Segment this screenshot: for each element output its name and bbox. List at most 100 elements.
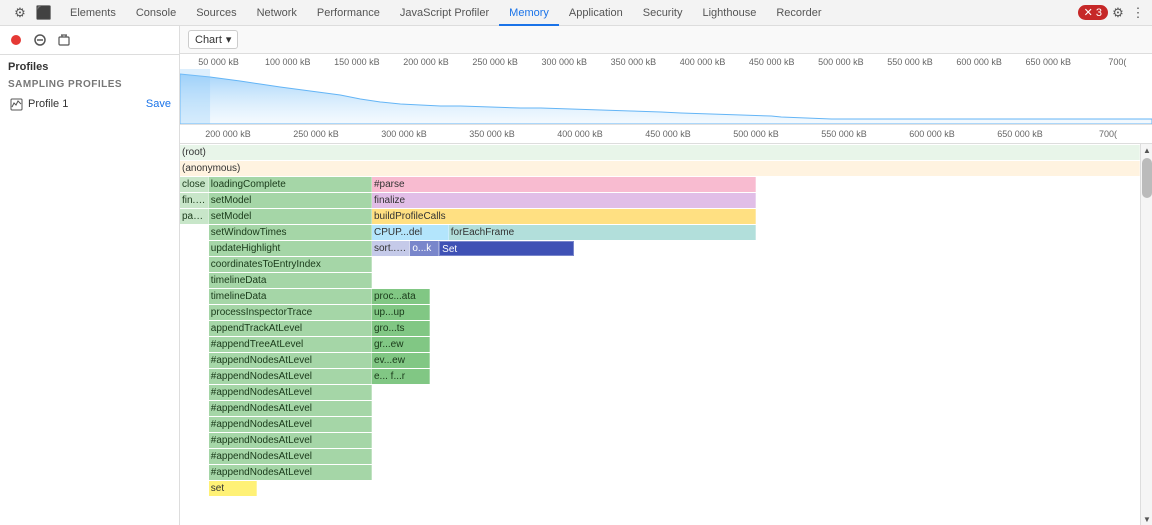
flame-cell[interactable]: loadingComplete xyxy=(209,177,372,192)
clear-profiles-button[interactable] xyxy=(54,30,74,50)
flame-spacer xyxy=(372,465,1140,480)
flame-row: #appendNodesAtLevel xyxy=(180,384,1140,400)
chart-select[interactable]: Chart ▾ xyxy=(188,30,238,49)
flame-cell[interactable]: sort...ples xyxy=(372,241,410,256)
error-badge[interactable]: ✕ 3 xyxy=(1078,5,1108,20)
flame-cell[interactable]: up...up xyxy=(372,305,430,320)
flame-cell[interactable]: #appendNodesAtLevel xyxy=(209,417,372,432)
flame-cell[interactable]: gr...ew xyxy=(372,337,430,352)
save-link[interactable]: Save xyxy=(146,98,171,110)
profile-item[interactable]: Profile 1 Save xyxy=(0,92,179,116)
nav-tab-security[interactable]: Security xyxy=(633,0,693,26)
content-with-scroll: (root)(anonymous)closeloadingComplete#pa… xyxy=(180,144,1152,525)
flame-cell[interactable]: #appendNodesAtLevel xyxy=(209,353,372,368)
flame-cell[interactable]: appendTrackAtLevel xyxy=(209,321,372,336)
flame-cell[interactable]: gro...ts xyxy=(372,321,430,336)
nav-tab-recorder[interactable]: Recorder xyxy=(766,0,831,26)
flame-cell[interactable]: timelineData xyxy=(209,289,372,304)
scroll-up-arrow[interactable]: ▲ xyxy=(1141,144,1152,156)
ruler-mark-top: 200 000 kB xyxy=(391,57,460,67)
flame-spacer xyxy=(430,337,1140,352)
profile-icon xyxy=(8,96,24,112)
flame-row: #appendNodesAtLevelev...ew xyxy=(180,352,1140,368)
flame-cell[interactable]: processInspectorTrace xyxy=(209,305,372,320)
record-button[interactable] xyxy=(6,30,26,50)
flame-cell[interactable]: finalize xyxy=(372,193,756,208)
flame-cell[interactable]: coordinatesToEntryIndex xyxy=(209,257,372,272)
flame-cell[interactable]: o...k xyxy=(410,241,439,256)
flame-cell[interactable]: Set xyxy=(439,241,573,256)
flame-cell[interactable]: #appendNodesAtLevel xyxy=(209,465,372,480)
ruler-mark-top: 300 000 kB xyxy=(530,57,599,67)
flame-cell[interactable]: #parse xyxy=(372,177,756,192)
top-nav: ⚙ ⬛ ElementsConsoleSourcesNetworkPerform… xyxy=(0,0,1152,26)
flame-row: setWindowTimesCPUP...delforEachFrame xyxy=(180,224,1140,240)
more-options-icon[interactable]: ⋮ xyxy=(1128,3,1148,23)
scroll-thumb[interactable] xyxy=(1142,158,1152,198)
flame-cell[interactable]: #appendNodesAtLevel xyxy=(209,401,372,416)
flame-area[interactable]: (root)(anonymous)closeloadingComplete#pa… xyxy=(180,144,1140,525)
devtools-icon-1[interactable]: ⚙ xyxy=(10,3,30,23)
right-scrollbar[interactable]: ▲ ▼ xyxy=(1140,144,1152,525)
flame-cell[interactable]: timelineData xyxy=(209,273,372,288)
flame-cell[interactable]: updateHighlight xyxy=(209,241,372,256)
flame-spacer xyxy=(430,321,1140,336)
flame-cell[interactable]: close xyxy=(180,177,209,192)
flame-row: appendTrackAtLevelgro...ts xyxy=(180,320,1140,336)
flame-cell[interactable]: set xyxy=(209,481,257,496)
flame-spacer xyxy=(372,417,1140,432)
scroll-down-arrow[interactable]: ▼ xyxy=(1141,513,1152,525)
stop-button[interactable] xyxy=(30,30,50,50)
ruler-mark-bottom: 450 000 kB xyxy=(624,129,712,139)
flame-cell[interactable]: pa...at xyxy=(180,209,209,224)
flame-spacer xyxy=(180,449,209,464)
flame-cell[interactable]: buildProfileCalls xyxy=(372,209,756,224)
flame-cell[interactable]: #appendNodesAtLevel xyxy=(209,369,372,384)
flame-spacer xyxy=(180,481,209,496)
sidebar-toolbar xyxy=(0,26,179,55)
flame-cell[interactable]: #appendNodesAtLevel xyxy=(209,449,372,464)
scroll-track[interactable] xyxy=(1141,156,1152,513)
timeline-ruler-bottom: 200 000 kB250 000 kB300 000 kB350 000 kB… xyxy=(180,124,1152,142)
flame-row: closeloadingComplete#parse xyxy=(180,176,1140,192)
flame-spacer xyxy=(180,353,209,368)
nav-tab-elements[interactable]: Elements xyxy=(60,0,126,26)
flame-spacer xyxy=(372,433,1140,448)
timeline-area[interactable]: 50 000 kB100 000 kB150 000 kB200 000 kB2… xyxy=(180,54,1152,144)
nav-tab-javascript-profiler[interactable]: JavaScript Profiler xyxy=(390,0,499,26)
timeline-svg xyxy=(180,69,1152,124)
settings-icon[interactable]: ⚙ xyxy=(1108,3,1128,23)
flame-cell[interactable]: setWindowTimes xyxy=(209,225,372,240)
flame-row: fin...cesetModelfinalize xyxy=(180,192,1140,208)
flame-cell[interactable]: (root) xyxy=(180,145,1140,160)
ruler-mark-bottom: 200 000 kB xyxy=(184,129,272,139)
nav-tab-network[interactable]: Network xyxy=(247,0,307,26)
nav-tab-application[interactable]: Application xyxy=(559,0,633,26)
flame-cell[interactable]: (anonymous) xyxy=(180,161,1140,176)
flame-cell[interactable]: fin...ce xyxy=(180,193,209,208)
flame-cell[interactable]: forEachFrame xyxy=(449,225,756,240)
flame-spacer xyxy=(756,225,1140,240)
nav-tab-lighthouse[interactable]: Lighthouse xyxy=(692,0,766,26)
flame-cell[interactable]: #appendNodesAtLevel xyxy=(209,433,372,448)
nav-tab-console[interactable]: Console xyxy=(126,0,186,26)
nav-tab-performance[interactable]: Performance xyxy=(307,0,390,26)
flame-cell[interactable]: proc...ata xyxy=(372,289,430,304)
nav-tab-memory[interactable]: Memory xyxy=(499,0,559,26)
flame-cell[interactable]: CPUP...del xyxy=(372,225,449,240)
flame-cell[interactable]: ev...ew xyxy=(372,353,430,368)
flame-spacer xyxy=(180,417,209,432)
flame-cell[interactable]: #appendNodesAtLevel xyxy=(209,385,372,400)
flame-cell[interactable]: setModel xyxy=(209,209,372,224)
timeline-canvas[interactable] xyxy=(180,69,1152,124)
content-area: Chart ▾ 50 000 kB100 000 kB150 000 kB200… xyxy=(180,26,1152,525)
devtools-icon-2[interactable]: ⬛ xyxy=(34,3,54,23)
nav-tab-sources[interactable]: Sources xyxy=(186,0,246,26)
devtools-icons: ⚙ ⬛ xyxy=(4,3,60,23)
flame-cell[interactable]: #appendTreeAtLevel xyxy=(209,337,372,352)
flame-cell[interactable]: e... f...r xyxy=(372,369,430,384)
flame-row: set xyxy=(180,480,1140,496)
ruler-mark-bottom: 300 000 kB xyxy=(360,129,448,139)
chart-header: Chart ▾ xyxy=(180,26,1152,54)
flame-cell[interactable]: setModel xyxy=(209,193,372,208)
